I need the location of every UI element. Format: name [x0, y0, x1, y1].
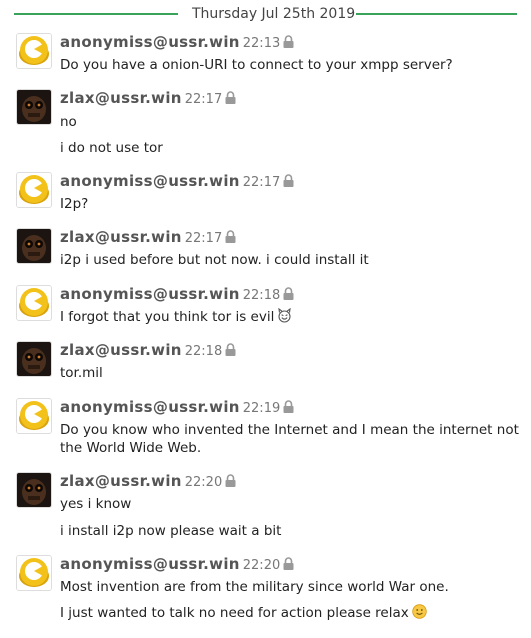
- lock-icon: [283, 555, 294, 575]
- chat-message[interactable]: anonymiss@ussr.win 22:13 Do you have a on…: [16, 33, 516, 81]
- avatar-zlax[interactable]: [16, 89, 52, 125]
- message-time: 22:17: [242, 175, 281, 190]
- message-author[interactable]: zlax@ussr.win: [60, 89, 182, 107]
- message-text: i do not use tor: [60, 140, 163, 156]
- avatar-zlax[interactable]: [16, 341, 52, 377]
- message-author[interactable]: anonymiss@ussr.win: [60, 285, 240, 303]
- message-author[interactable]: anonymiss@ussr.win: [60, 33, 240, 51]
- lock-icon: [225, 228, 236, 248]
- avatar-zlax[interactable]: [16, 228, 52, 264]
- date-separator-line-right: [356, 13, 517, 15]
- date-separator-label: Thursday Jul 25th 2019: [192, 6, 356, 22]
- lock-icon: [225, 472, 236, 492]
- message-time: 22:20: [242, 558, 281, 573]
- avatar-anonymiss[interactable]: [16, 398, 52, 434]
- message-text: yes i know: [60, 496, 132, 512]
- avatar-anonymiss[interactable]: [16, 285, 52, 321]
- message-author[interactable]: anonymiss@ussr.win: [60, 555, 240, 573]
- message-time: 22:17: [184, 92, 223, 107]
- lock-icon: [283, 285, 294, 305]
- message-time: 22:19: [242, 401, 281, 416]
- avatar-anonymiss[interactable]: [16, 172, 52, 208]
- chat-message[interactable]: anonymiss@ussr.win 22:17 I2p?: [16, 172, 516, 220]
- lock-icon: [283, 172, 294, 192]
- chat-message[interactable]: anonymiss@ussr.win 22:19 Do you know who …: [16, 398, 519, 462]
- message-text: I forgot that you think tor is evil: [60, 309, 275, 325]
- message-time: 22:18: [184, 344, 223, 359]
- message-time: 22:17: [184, 231, 223, 246]
- message-text: no: [60, 114, 77, 130]
- message-time: 22:13: [242, 36, 281, 51]
- message-author[interactable]: zlax@ussr.win: [60, 472, 182, 490]
- message-text: I just wanted to talk no need for action…: [60, 605, 409, 621]
- chat-message[interactable]: zlax@ussr.win 22:17 no i do not use tor: [16, 89, 516, 161]
- lock-icon: [225, 341, 236, 361]
- message-text: Do you have a onion-URI to connect to yo…: [60, 57, 453, 73]
- message-time: 22:20: [184, 475, 223, 490]
- chat-message[interactable]: zlax@ussr.win 22:18 tor.mil: [16, 341, 516, 389]
- lock-icon: [283, 33, 294, 53]
- avatar-anonymiss[interactable]: [16, 33, 52, 69]
- date-separator: Thursday Jul 25th 2019: [0, 4, 531, 24]
- message-text: i2p i used before but not now. i could i…: [60, 252, 369, 268]
- chat-message[interactable]: anonymiss@ussr.win 22:18 I forgot that yo…: [16, 285, 516, 333]
- chat-message[interactable]: anonymiss@ussr.win 22:20 Most invention a…: [16, 555, 516, 627]
- slightly-smiling-emoji-icon: [412, 604, 427, 624]
- message-text: Most invention are from the military sin…: [60, 579, 449, 595]
- chat-message[interactable]: zlax@ussr.win 22:17 i2p i used before but…: [16, 228, 516, 276]
- message-text-row: I just wanted to talk no need for action…: [60, 604, 520, 624]
- message-text: i install i2p now please wait a bit: [60, 523, 282, 539]
- message-text-row: I forgot that you think tor is evil: [60, 307, 520, 328]
- message-author[interactable]: anonymiss@ussr.win: [60, 172, 240, 190]
- message-text: I2p?: [60, 196, 89, 212]
- avatar-anonymiss[interactable]: [16, 555, 52, 591]
- chat-message[interactable]: zlax@ussr.win 22:20 yes i know i install …: [16, 472, 516, 544]
- lock-icon: [283, 398, 294, 418]
- message-author[interactable]: anonymiss@ussr.win: [60, 398, 240, 416]
- message-text: Do you know who invented the Internet an…: [60, 422, 519, 456]
- date-separator-line-left: [14, 13, 178, 15]
- lock-icon: [225, 89, 236, 109]
- message-text: tor.mil: [60, 365, 103, 381]
- message-time: 22:18: [242, 288, 281, 303]
- smiling-imp-emoji-icon: [277, 307, 292, 328]
- message-author[interactable]: zlax@ussr.win: [60, 341, 182, 359]
- message-author[interactable]: zlax@ussr.win: [60, 228, 182, 246]
- avatar-zlax[interactable]: [16, 472, 52, 508]
